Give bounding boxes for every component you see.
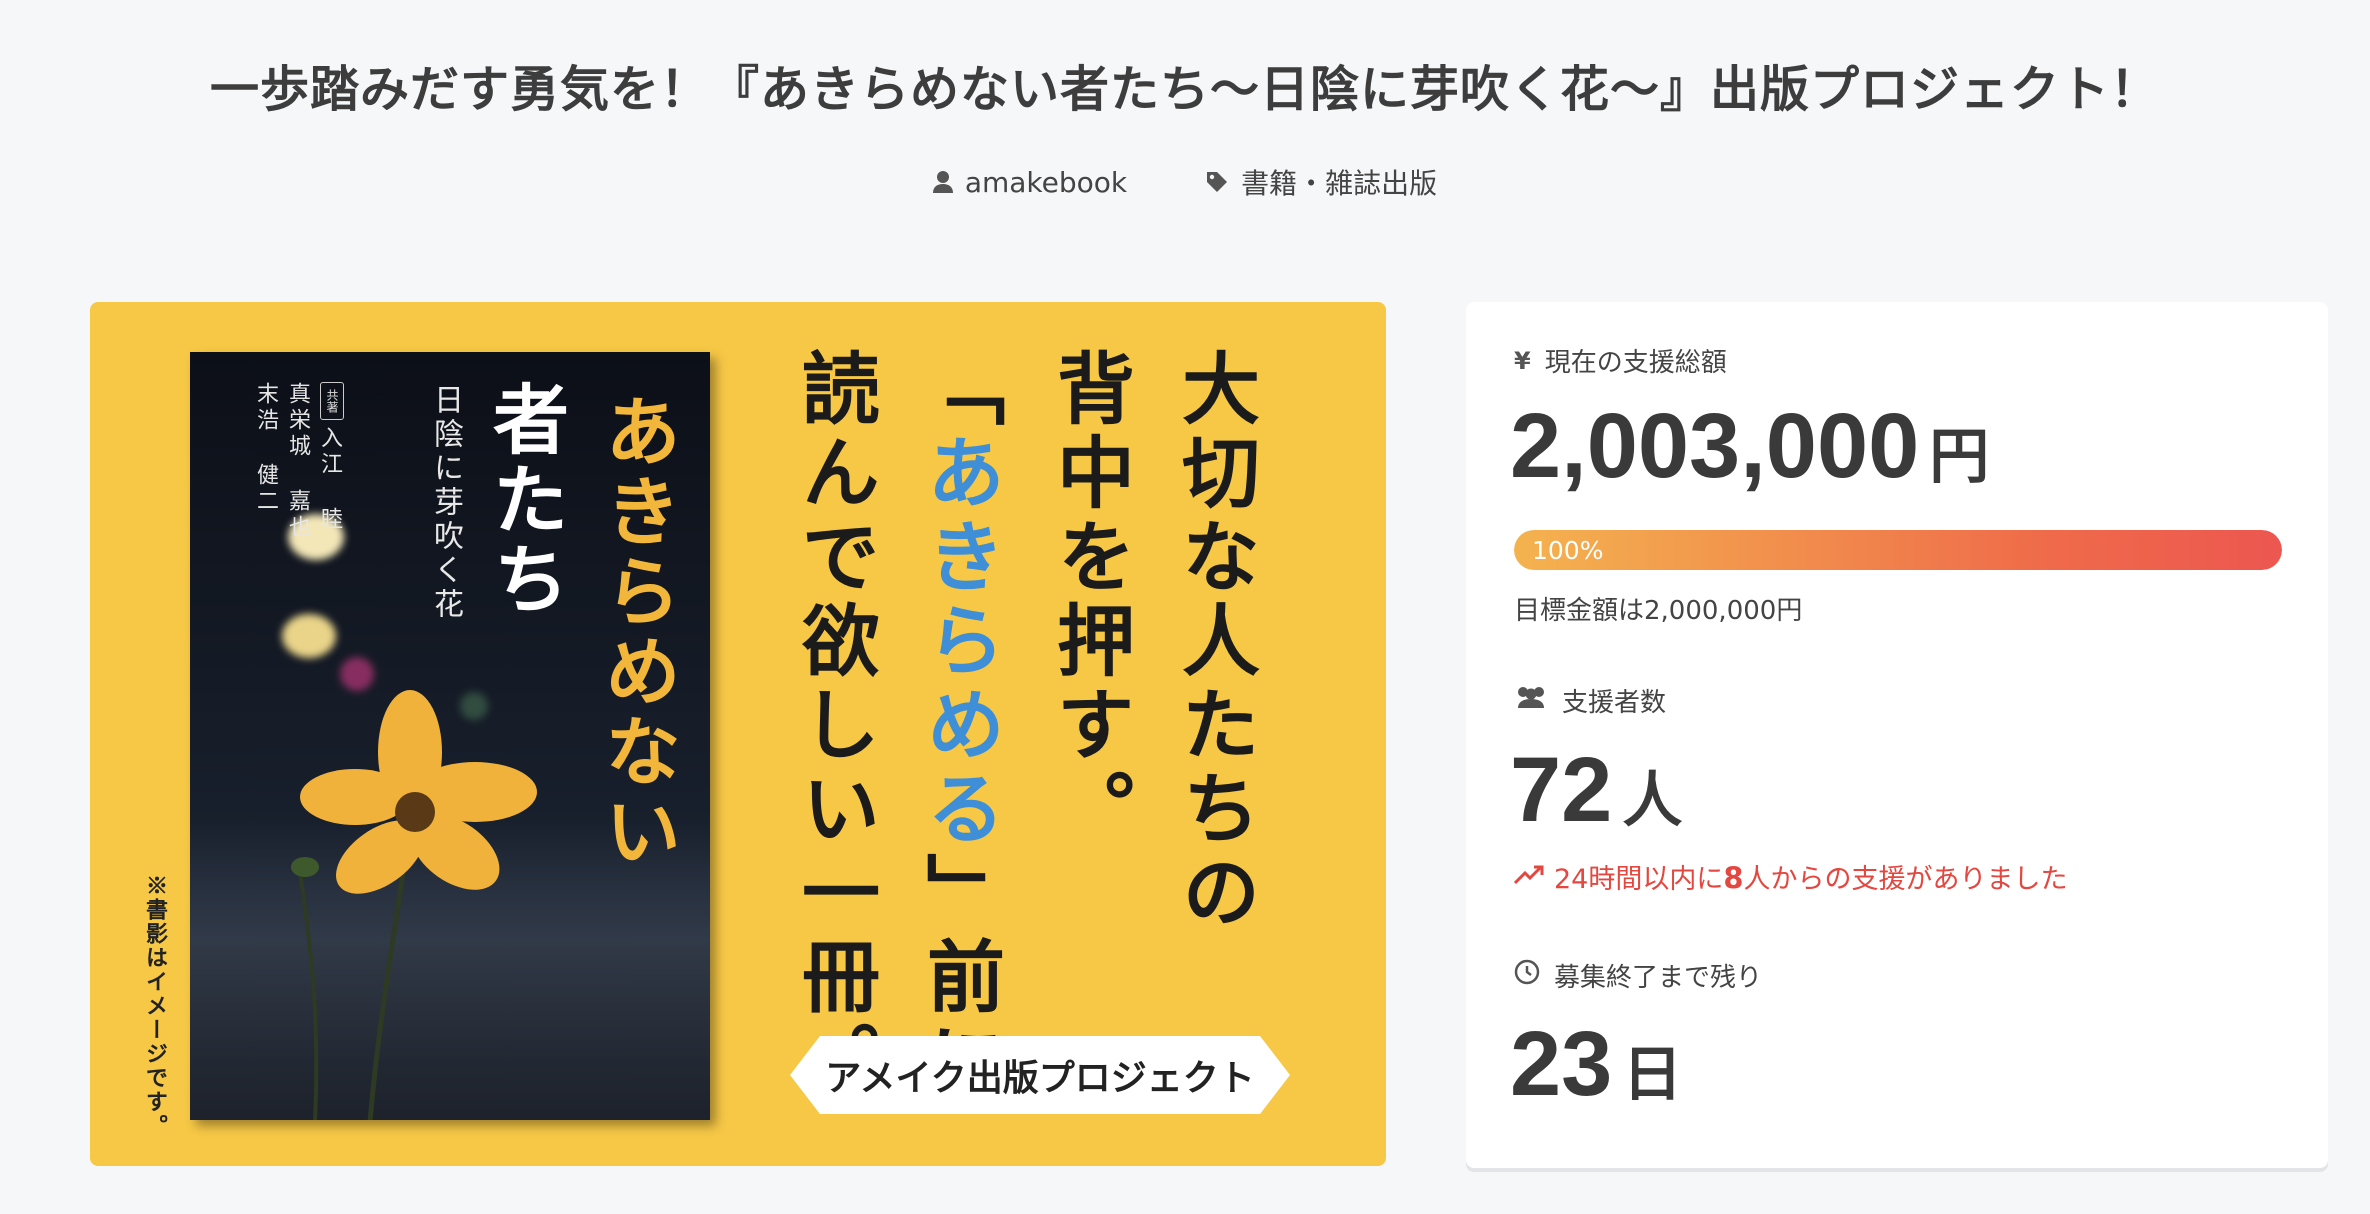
flower-illustration: [291, 690, 537, 1120]
category-link[interactable]: 書籍・雑誌出版: [1205, 162, 1437, 202]
recent-support-notice: 24時間以内に8人からの支援がありました: [1513, 857, 2068, 896]
trending-up-icon: [1513, 861, 1544, 892]
trend-count: 8: [1723, 861, 1744, 895]
amount-unit: 円: [1929, 422, 1990, 492]
amount-value-row: 2,003,000 円: [1510, 394, 1989, 499]
book-cover: あきらめない 者たち 日陰に芽吹く花 共著 入江 睦 真栄城 嘉也 末浩 健二: [190, 352, 710, 1120]
trend-pre: 24時間以内に: [1554, 864, 1724, 895]
remaining-unit: 日: [1622, 1040, 1683, 1110]
amount-value: 2,003,000: [1510, 395, 1920, 497]
amount-label: 現在の支援総額: [1544, 348, 1727, 378]
hero-copy-line: 大切な人たちの: [1169, 348, 1260, 936]
stats-panel: ¥ 現在の支援総額 2,003,000 円 100% 目標金額は2,000,000…: [1466, 302, 2328, 1168]
supporters-label: 支援者数: [1562, 688, 1667, 718]
book-subtitle: 日陰に芽吹く花: [428, 384, 463, 622]
copy-bracket: 「: [914, 348, 1005, 432]
supporters-label-row: 支援者数: [1514, 682, 1666, 719]
amount-label-row: ¥ 現在の支援総額: [1514, 342, 1727, 379]
progress-fill: 100%: [1514, 530, 2282, 570]
hero-copy-line: 「あきらめる」前に: [914, 348, 1005, 1104]
image-note: ※書影はイメージです。: [142, 874, 168, 1138]
book-author: 末浩 健二: [253, 382, 278, 515]
project-stamp: アメイク出版プロジェクト: [790, 1036, 1290, 1114]
tag-icon: [1205, 170, 1229, 194]
supporters-value-row: 72 人: [1510, 738, 1682, 843]
progress-text: 100%: [1532, 535, 1604, 565]
supporters-value: 72: [1510, 739, 1613, 841]
coauthor-badge: 共著: [320, 382, 344, 420]
book-title-sub: 者たち: [480, 380, 569, 620]
yen-icon: ¥: [1514, 346, 1531, 375]
remaining-value: 23: [1510, 1013, 1613, 1115]
clock-icon: [1514, 959, 1540, 992]
trend-post: 人からの支援がありました: [1743, 864, 2068, 895]
author-name: amakebook: [964, 165, 1128, 199]
remaining-label-row: 募集終了まで残り: [1514, 957, 1762, 994]
page-title: 一歩踏みだす勇気を！『あきらめない者たち〜日陰に芽吹く花〜』出版プロジェクト！: [209, 61, 2160, 118]
remaining-value-row: 23 日: [1510, 1012, 1682, 1117]
book-author: 入江 睦: [317, 426, 342, 533]
trend-text: 24時間以内に8人からの支援がありました: [1554, 857, 2068, 896]
hero-copy-line: 背中を押す。: [1044, 348, 1135, 852]
project-meta: amakebook 書籍・雑誌出版: [0, 162, 2370, 202]
users-icon: [1514, 685, 1548, 716]
user-icon: [932, 170, 953, 194]
progress-bar: 100%: [1514, 530, 2282, 570]
hero-banner[interactable]: あきらめない 者たち 日陰に芽吹く花 共著 入江 睦 真栄城 嘉也 末浩 健二 …: [90, 302, 1386, 1166]
hero-copy-line: 読んで欲しい一冊。: [789, 348, 880, 1104]
bokeh-light: [282, 614, 336, 658]
goal-text: 目標金額は2,000,000円: [1514, 596, 1803, 626]
book-title-main: あきらめない: [592, 392, 681, 872]
supporters-unit: 人: [1622, 766, 1683, 836]
category-name: 書籍・雑誌出版: [1241, 167, 1438, 200]
author-link[interactable]: amakebook: [932, 162, 1128, 202]
book-author: 真栄城 嘉也: [285, 382, 310, 541]
copy-highlight: あきらめる: [914, 432, 1005, 852]
remaining-label: 募集終了まで残り: [1554, 963, 1763, 993]
